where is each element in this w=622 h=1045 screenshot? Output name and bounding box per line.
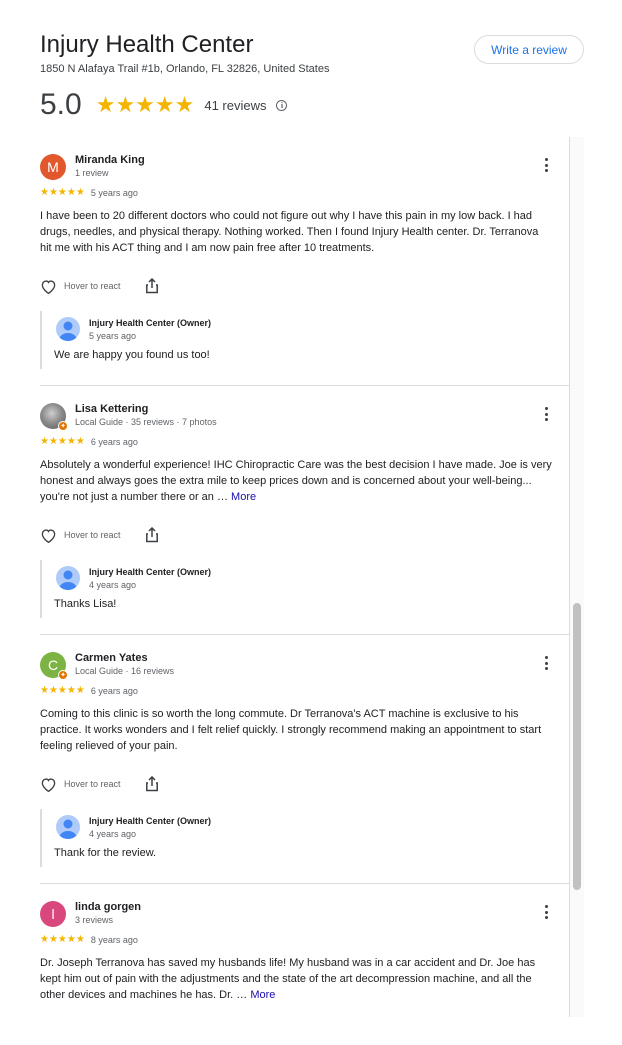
more-options-icon[interactable]	[540, 405, 552, 423]
reviewer-meta: 3 reviews	[75, 915, 114, 925]
avatar[interactable]: l	[40, 901, 66, 927]
review-rating: ★★★★★ 6 years ago	[40, 685, 138, 696]
review-text: Coming to this clinic is so worth the lo…	[40, 706, 552, 754]
share-button[interactable]	[145, 776, 159, 792]
review-item: C ✦ Carmen Yates Local Guide · 16 review…	[40, 652, 569, 884]
review-body: Dr. Joseph Terranova has saved my husban…	[40, 957, 536, 1001]
reviewer-name[interactable]: Miranda King	[75, 154, 145, 166]
owner-reply-date: 4 years ago	[89, 829, 137, 839]
business-address: 1850 N Alafaya Trail #1b, Orlando, FL 32…	[40, 63, 330, 75]
review-text: I have been to 20 different doctors who …	[40, 208, 552, 256]
share-icon	[145, 776, 158, 792]
review-item: M Miranda King 1 review ★★★★★ 5 years ag…	[40, 154, 569, 386]
react-label: Hover to react	[64, 281, 121, 291]
owner-reply-text: We are happy you found us too!	[54, 349, 210, 361]
review-item: l linda gorgen 3 reviews ★★★★★ 8 years a…	[40, 901, 569, 1017]
heart-icon	[41, 279, 56, 294]
info-icon[interactable]: i	[276, 99, 288, 111]
review-rating: ★★★★★ 5 years ago	[40, 187, 138, 198]
review-actions: Hover to react	[40, 527, 159, 543]
review-stars: ★★★★★	[40, 934, 85, 945]
review-body: I have been to 20 different doctors who …	[40, 210, 539, 254]
reviewer-meta: Local Guide · 35 reviews · 7 photos	[75, 417, 217, 427]
owner-avatar	[56, 566, 80, 590]
review-date: 6 years ago	[90, 436, 138, 447]
review-text: Absolutely a wonderful experience! IHC C…	[40, 457, 552, 505]
owner-name: Injury Health Center (Owner)	[89, 816, 212, 826]
owner-reply-date: 4 years ago	[89, 580, 137, 590]
review-stars: ★★★★★	[40, 685, 85, 696]
owner-reply: Injury Health Center (Owner) 5 years ago…	[40, 311, 552, 369]
owner-name: Injury Health Center (Owner)	[89, 567, 212, 577]
review-body: Absolutely a wonderful experience! IHC C…	[40, 459, 552, 503]
rating-stars: ★★★★★	[95, 92, 195, 117]
reviews-panel[interactable]: M Miranda King 1 review ★★★★★ 5 years ag…	[0, 137, 584, 1017]
review-body: Coming to this clinic is so worth the lo…	[40, 708, 542, 752]
react-label: Hover to react	[64, 779, 121, 789]
scrollbar-thumb[interactable]	[573, 603, 581, 890]
review-divider	[40, 385, 569, 386]
review-date: 5 years ago	[90, 187, 138, 198]
share-button[interactable]	[145, 278, 159, 294]
review-divider	[40, 883, 569, 884]
review-rating: ★★★★★ 6 years ago	[40, 436, 138, 447]
review-stars: ★★★★★	[40, 187, 85, 198]
owner-reply: Injury Health Center (Owner) 4 years ago…	[40, 560, 552, 618]
write-review-button[interactable]: Write a review	[474, 35, 584, 64]
owner-name: Injury Health Center (Owner)	[89, 318, 212, 328]
share-button[interactable]	[145, 527, 159, 543]
review-actions: Hover to react	[40, 776, 159, 792]
review-divider	[40, 634, 569, 635]
reviewer-name[interactable]: Carmen Yates	[75, 652, 148, 664]
review-count: 41 reviews	[204, 97, 267, 113]
review-stars: ★★★★★	[40, 436, 85, 447]
react-button[interactable]: Hover to react	[40, 777, 121, 792]
owner-avatar	[56, 317, 80, 341]
rating-value: 5.0	[40, 88, 82, 121]
review-actions: Hover to react	[40, 278, 159, 294]
react-label: Hover to react	[64, 530, 121, 540]
reviewer-meta: Local Guide · 16 reviews	[75, 666, 175, 676]
panel-border	[569, 137, 570, 1017]
react-button[interactable]: Hover to react	[40, 528, 121, 543]
reviewer-name[interactable]: linda gorgen	[75, 901, 141, 913]
share-icon	[145, 527, 158, 543]
local-guide-badge-icon: ✦	[58, 670, 68, 680]
review-date: 6 years ago	[90, 685, 138, 696]
owner-reply-date: 5 years ago	[89, 331, 137, 341]
local-guide-badge-icon: ✦	[58, 421, 68, 431]
reviewer-name[interactable]: Lisa Kettering	[75, 403, 148, 415]
heart-icon	[41, 528, 56, 543]
share-icon	[145, 278, 158, 294]
review-date: 8 years ago	[90, 934, 138, 945]
reviewer-meta: 1 review	[75, 168, 109, 178]
owner-reply-text: Thanks Lisa!	[54, 598, 117, 610]
avatar[interactable]: M	[40, 154, 66, 180]
owner-avatar	[56, 815, 80, 839]
more-options-icon[interactable]	[540, 156, 552, 174]
review-rating: ★★★★★ 8 years ago	[40, 934, 138, 945]
rating-summary: 5.0 ★★★★★ 41 reviews i	[40, 88, 288, 122]
more-link[interactable]: More	[231, 491, 256, 503]
more-link[interactable]: More	[250, 989, 275, 1001]
review-text: Dr. Joseph Terranova has saved my husban…	[40, 955, 552, 1003]
more-options-icon[interactable]	[540, 903, 552, 921]
owner-reply: Injury Health Center (Owner) 4 years ago…	[40, 809, 552, 867]
more-options-icon[interactable]	[540, 654, 552, 672]
heart-icon	[41, 777, 56, 792]
review-item: ✦ Lisa Kettering Local Guide · 35 review…	[40, 403, 569, 635]
react-button[interactable]: Hover to react	[40, 279, 121, 294]
owner-reply-text: Thank for the review.	[54, 847, 157, 859]
